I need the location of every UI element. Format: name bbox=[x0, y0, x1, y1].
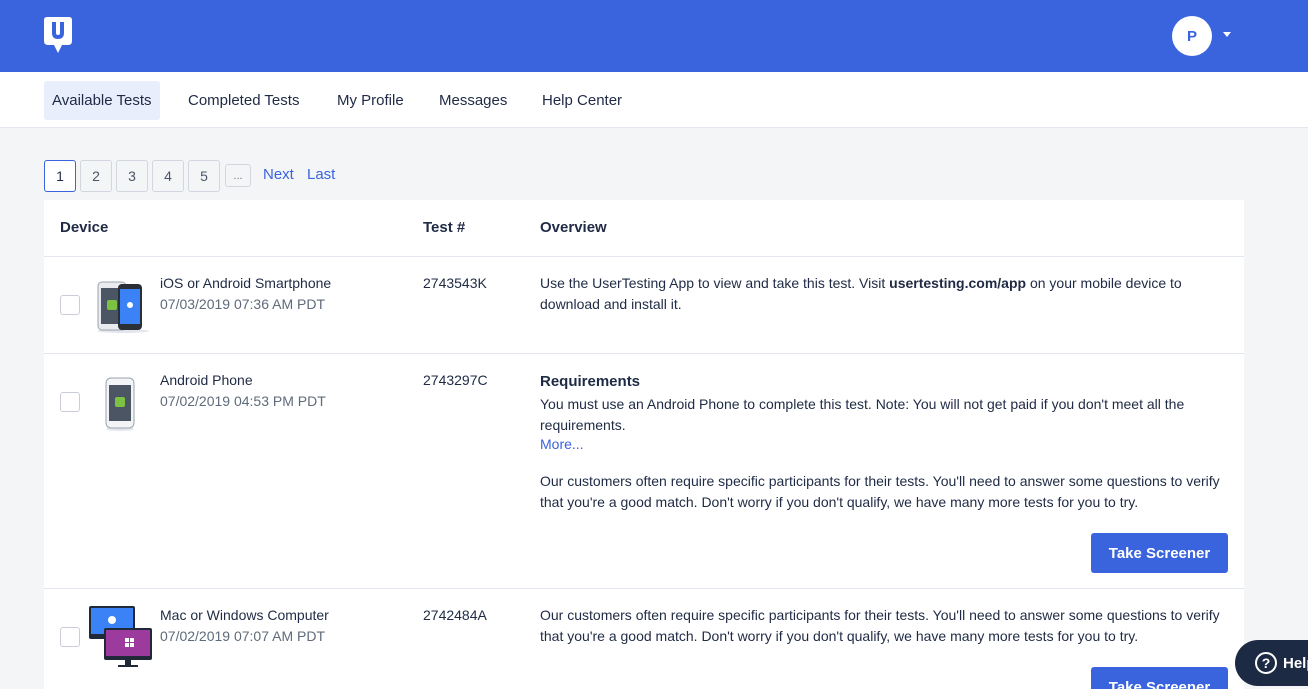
test-overview: Our customers often require specific par… bbox=[540, 607, 1220, 644]
more-link[interactable]: More... bbox=[540, 436, 584, 452]
requirements-title: Requirements bbox=[540, 373, 641, 390]
test-number: 2742484A bbox=[423, 607, 487, 623]
android-phone-icon bbox=[105, 377, 135, 431]
tab-completed-tests[interactable]: Completed Tests bbox=[180, 81, 307, 120]
row-divider bbox=[44, 353, 1244, 354]
help-label: Help bbox=[1283, 654, 1308, 672]
tab-my-profile[interactable]: My Profile bbox=[329, 81, 412, 120]
tests-table: Device Test # Overview iOS or Android Sm… bbox=[44, 200, 1244, 689]
column-header-test-number: Test # bbox=[423, 219, 466, 236]
top-bar: P bbox=[0, 0, 1308, 72]
page-1-button[interactable]: 1 bbox=[44, 160, 76, 192]
row-checkbox[interactable] bbox=[60, 392, 80, 412]
smartphones-icon bbox=[97, 281, 149, 333]
last-page-link[interactable]: Last bbox=[307, 166, 335, 183]
usertesting-logo-icon[interactable] bbox=[44, 17, 72, 53]
computers-icon bbox=[89, 606, 152, 667]
user-avatar[interactable]: P bbox=[1172, 16, 1212, 56]
row-divider bbox=[44, 588, 1244, 589]
test-date: 07/02/2019 07:07 AM PDT bbox=[160, 628, 325, 644]
test-date: 07/03/2019 07:36 AM PDT bbox=[160, 296, 325, 312]
tab-messages[interactable]: Messages bbox=[431, 81, 515, 120]
column-header-device: Device bbox=[60, 219, 109, 236]
page-4-button[interactable]: 4 bbox=[152, 160, 184, 192]
page-5-button[interactable]: 5 bbox=[188, 160, 220, 192]
app-url: usertesting.com/app bbox=[889, 275, 1027, 291]
row-checkbox[interactable] bbox=[60, 627, 80, 647]
question-icon: ? bbox=[1255, 652, 1277, 674]
test-date: 07/02/2019 04:53 PM PDT bbox=[160, 393, 326, 409]
avatar-initial: P bbox=[1186, 27, 1197, 45]
device-name: iOS or Android Smartphone bbox=[160, 275, 332, 291]
column-header-overview: Overview bbox=[540, 219, 607, 236]
take-screener-button[interactable]: Take Screener bbox=[1091, 533, 1228, 573]
test-number: 2743297C bbox=[423, 372, 488, 388]
test-overview: Use the UserTesting App to view and take… bbox=[540, 273, 1230, 315]
overview-text: Use the UserTesting App to view and take… bbox=[540, 275, 890, 291]
device-name: Android Phone bbox=[160, 372, 253, 388]
page-2-button[interactable]: 2 bbox=[80, 160, 112, 192]
tab-help-center[interactable]: Help Center bbox=[534, 81, 630, 120]
test-number: 2743543K bbox=[423, 275, 487, 291]
pagination-ellipsis: ... bbox=[225, 164, 251, 187]
row-checkbox[interactable] bbox=[60, 295, 80, 315]
device-name: Mac or Windows Computer bbox=[160, 607, 329, 623]
tab-available-tests[interactable]: Available Tests bbox=[44, 81, 160, 120]
requirements-text: You must use an Android Phone to complet… bbox=[540, 396, 1185, 433]
next-page-link[interactable]: Next bbox=[263, 166, 294, 183]
test-overview: Our customers often require specific par… bbox=[540, 473, 1220, 510]
help-widget-button[interactable]: ? Help bbox=[1235, 640, 1308, 686]
header-divider bbox=[44, 256, 1244, 257]
take-screener-button[interactable]: Take Screener bbox=[1091, 667, 1228, 689]
page-3-button[interactable]: 3 bbox=[116, 160, 148, 192]
main-nav: Available Tests Completed Tests My Profi… bbox=[0, 72, 1308, 128]
chevron-down-icon[interactable] bbox=[1223, 32, 1231, 37]
